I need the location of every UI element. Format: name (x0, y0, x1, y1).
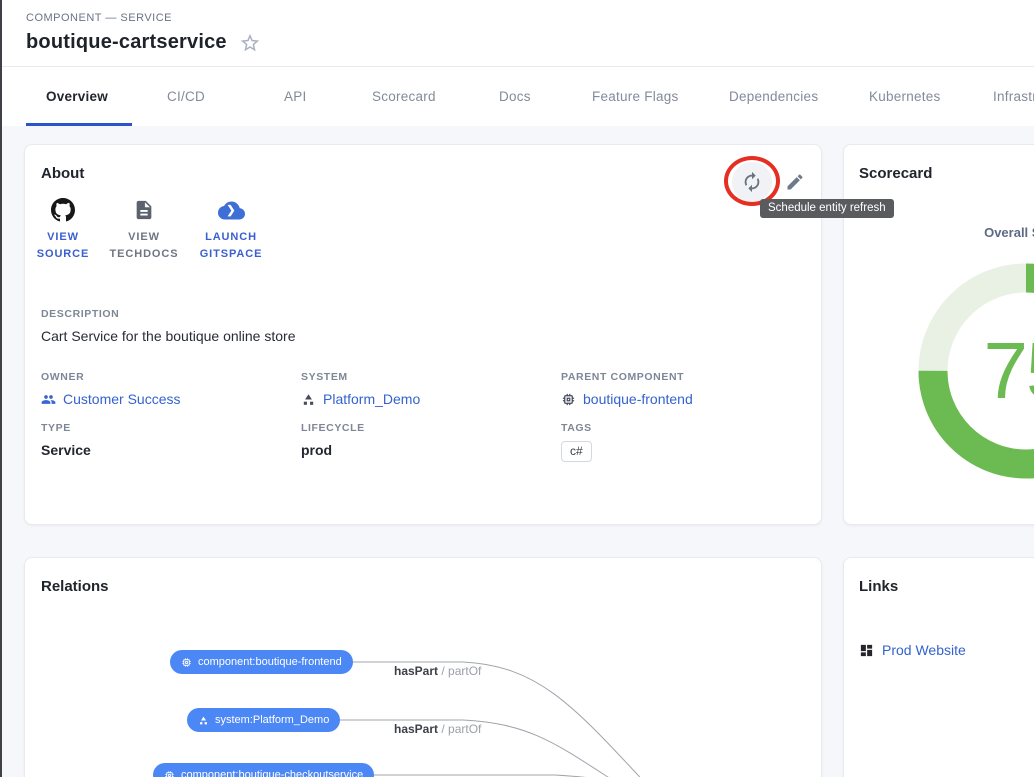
prod-website-link[interactable]: Prod Website (859, 642, 966, 658)
view-source-button[interactable]: VIEW SOURCE (25, 198, 101, 263)
system-icon (301, 392, 316, 407)
view-techdocs-button[interactable]: VIEW TECHDOCS (101, 198, 187, 263)
lifecycle-value: prod (301, 442, 365, 458)
tab-infrastructure[interactable]: Infrastructure (993, 67, 1034, 126)
score-value: 75 (916, 261, 1034, 481)
edge-label: hasPart / partOf (394, 664, 481, 678)
tab-cicd[interactable]: CI/CD (167, 67, 205, 126)
tab-dependencies[interactable]: Dependencies (729, 67, 818, 126)
description-block: DESCRIPTION Cart Service for the boutiqu… (41, 308, 295, 344)
dashboard-icon (859, 643, 874, 658)
description-label: DESCRIPTION (41, 308, 295, 320)
field-system: SYSTEM Platform_Demo (301, 371, 420, 407)
launch-gitspace-button[interactable]: ❯ LAUNCH GITSPACE (187, 198, 275, 263)
entity-header: COMPONENT — SERVICE boutique-cartservice (2, 0, 1034, 67)
links-card: Links Prod Website (843, 557, 1034, 777)
view-source-label: VIEW SOURCE (28, 229, 98, 263)
page-title: boutique-cartservice (26, 31, 227, 54)
refresh-icon (741, 171, 763, 193)
window-left-edge (0, 0, 2, 777)
entity-page: COMPONENT — SERVICE boutique-cartservice… (0, 0, 1034, 777)
tab-feature-flags[interactable]: Feature Flags (592, 67, 679, 126)
group-icon (41, 392, 56, 407)
node-platform-demo[interactable]: system:Platform_Demo (187, 708, 340, 732)
component-icon (561, 392, 576, 407)
about-card-title: About (41, 165, 84, 182)
breadcrumb: COMPONENT — SERVICE (26, 12, 172, 24)
system-icon (198, 715, 209, 726)
github-icon (51, 198, 75, 222)
description-value: Cart Service for the boutique online sto… (41, 328, 295, 344)
refresh-entity-button[interactable] (732, 162, 772, 202)
node-boutique-checkoutservice[interactable]: component:boutique-checkoutservice (153, 763, 374, 777)
score-gauge: 75 (916, 261, 1034, 481)
tab-docs[interactable]: Docs (499, 67, 531, 126)
field-parent-component: PARENT COMPONENT boutique-frontend (561, 371, 693, 407)
tab-overview[interactable]: Overview (46, 67, 108, 126)
view-techdocs-label: VIEW TECHDOCS (109, 229, 179, 263)
component-icon (164, 770, 175, 777)
pencil-icon (785, 172, 805, 192)
relations-card: Relations component:boutique-frontend sy… (24, 557, 822, 777)
component-icon (181, 657, 192, 668)
tooltip-schedule-entity-refresh: Schedule entity refresh (760, 199, 894, 218)
owner-link[interactable]: Customer Success (41, 391, 180, 407)
tab-kubernetes[interactable]: Kubernetes (869, 67, 941, 126)
tab-api[interactable]: API (284, 67, 307, 126)
type-value: Service (41, 442, 91, 458)
tab-scorecard[interactable]: Scorecard (372, 67, 436, 126)
overall-score-label: Overall Score (956, 225, 1034, 240)
field-tags: TAGS c# (561, 422, 592, 462)
system-link[interactable]: Platform_Demo (301, 391, 420, 407)
launch-gitspace-label: LAUNCH GITSPACE (196, 229, 266, 263)
scorecard-card-title: Scorecard (859, 165, 932, 182)
node-boutique-frontend[interactable]: component:boutique-frontend (170, 650, 353, 674)
edit-entity-button[interactable] (775, 162, 815, 202)
parent-component-link[interactable]: boutique-frontend (561, 391, 693, 407)
field-type: TYPE Service (41, 422, 91, 458)
about-quick-actions: VIEW SOURCE VIEW TECHDOCS ❯ LAUNCH GITSP… (25, 198, 275, 263)
field-lifecycle: LIFECYCLE prod (301, 422, 365, 458)
field-owner: OWNER Customer Success (41, 371, 180, 407)
edge-label: hasPart / partOf (394, 722, 481, 736)
gitspace-caret-glyph: ❯ (226, 206, 235, 217)
links-card-title: Links (859, 578, 898, 595)
about-card: About VIEW SOURCE VIEW TECHDOCS ❯ LAUN (24, 144, 822, 525)
tab-bar: Overview CI/CD API Scorecard Docs Featur… (2, 67, 1034, 126)
document-icon (133, 199, 155, 221)
relations-graph: component:boutique-frontend system:Platf… (25, 558, 823, 777)
tag-chip[interactable]: c# (561, 441, 592, 462)
favorite-star-icon[interactable] (239, 32, 261, 54)
